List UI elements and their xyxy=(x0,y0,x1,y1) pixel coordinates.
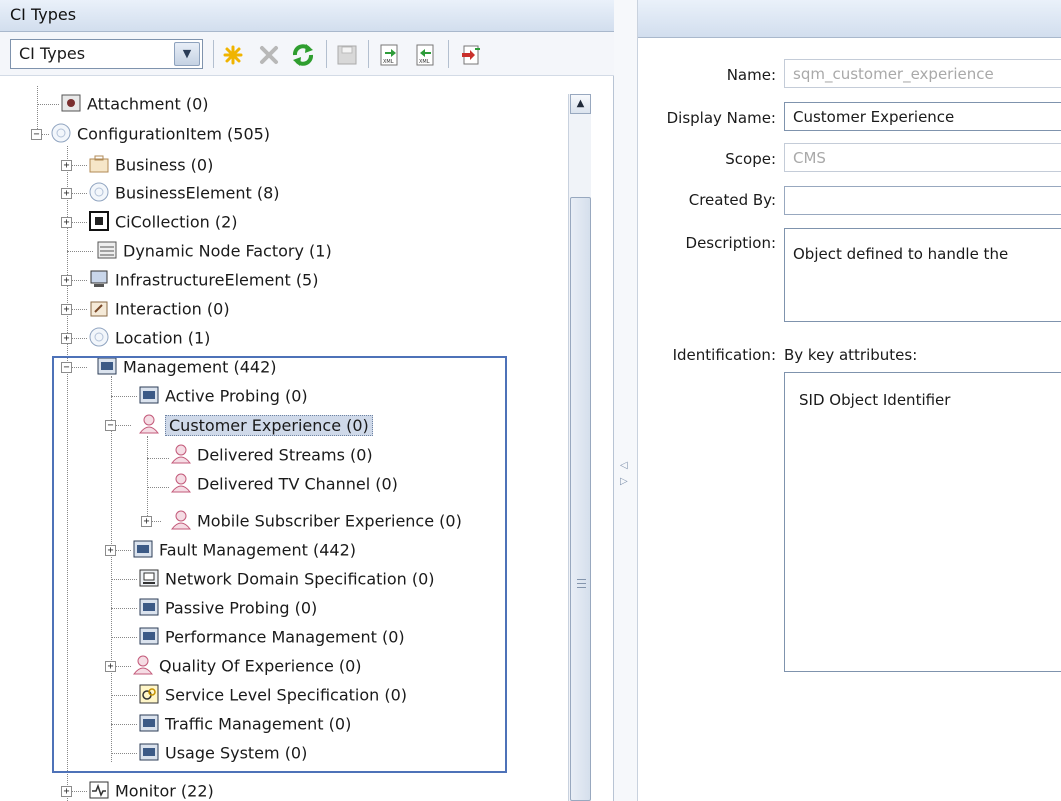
tree-node-ci-collection[interactable]: CiCollection (2) xyxy=(88,208,238,236)
name-label: Name: xyxy=(726,66,776,84)
collapse-left-icon[interactable]: ◁ xyxy=(620,460,628,471)
ci-types-panel: CI Types CI Types ▼ XML XML − + + + + + … xyxy=(0,0,614,801)
panel-splitter[interactable]: ◁ ▷ xyxy=(614,0,638,801)
ci-type-details-panel: Name: sqm_customer_experience Display Na… xyxy=(638,0,1061,801)
ci-types-combo[interactable]: CI Types ▼ xyxy=(10,39,203,69)
tree-node-infrastructure-element[interactable]: InfrastructureElement (5) xyxy=(88,266,318,294)
scope-label: Scope: xyxy=(725,150,776,168)
scroll-up-arrow-icon[interactable]: ▲ xyxy=(570,94,591,114)
toolbar-separator xyxy=(213,40,214,68)
display-name-field[interactable]: Customer Experience xyxy=(784,102,1061,131)
attachment-icon xyxy=(61,94,81,111)
scroll-thumb[interactable] xyxy=(570,197,591,801)
created-by-field[interactable] xyxy=(784,186,1061,215)
tree-node-location[interactable]: Location (1) xyxy=(88,324,210,352)
import-export-icon[interactable] xyxy=(456,40,486,68)
infrastructure-element-icon xyxy=(90,270,108,287)
business-element-icon xyxy=(89,182,109,201)
delete-icon[interactable] xyxy=(254,40,284,68)
dynamic-node-factory-icon xyxy=(97,241,117,258)
export-xml-icon[interactable]: XML xyxy=(374,40,404,68)
toolbar: CI Types ▼ XML XML xyxy=(0,32,614,76)
tree-node-attachment[interactable]: Attachment (0) xyxy=(60,90,209,118)
location-icon xyxy=(89,327,109,346)
key-attribute-item[interactable]: SID Object Identifier xyxy=(799,391,1061,409)
management-highlight-box xyxy=(52,356,507,773)
business-icon xyxy=(89,155,109,172)
name-field[interactable]: sqm_customer_experience xyxy=(784,59,1061,88)
panel-title: CI Types xyxy=(0,0,614,32)
created-by-label: Created By: xyxy=(688,191,776,209)
identification-label: Identification: xyxy=(672,346,776,364)
tree-node-configuration-item[interactable]: ConfigurationItem (505) xyxy=(50,120,270,148)
scope-field[interactable]: CMS xyxy=(784,143,1061,172)
identification-value: By key attributes: xyxy=(784,346,918,364)
svg-text:XML: XML xyxy=(419,59,430,65)
description-field[interactable]: Object defined to handle the xyxy=(784,228,1061,322)
tree-node-interaction[interactable]: Interaction (0) xyxy=(88,295,230,323)
save-icon[interactable] xyxy=(332,40,362,68)
key-attributes-list[interactable]: SID Object Identifier xyxy=(784,372,1061,672)
chevron-down-icon[interactable]: ▼ xyxy=(174,42,200,66)
collapse-right-icon[interactable]: ▷ xyxy=(620,476,628,487)
interaction-icon xyxy=(90,301,108,316)
tree-node-monitor[interactable]: Monitor (22) xyxy=(88,777,214,801)
tree-node-business-element[interactable]: BusinessElement (8) xyxy=(88,179,280,207)
svg-text:XML: XML xyxy=(383,59,394,65)
tree-node-dynamic-node-factory[interactable]: Dynamic Node Factory (1) xyxy=(96,237,332,265)
tree-node-business[interactable]: Business (0) xyxy=(88,151,213,179)
combo-value: CI Types xyxy=(19,44,86,63)
import-xml-icon[interactable]: XML xyxy=(410,40,440,68)
tree-scrollbar[interactable]: ▲ xyxy=(568,94,591,801)
details-header xyxy=(638,0,1061,38)
toolbar-separator xyxy=(448,40,449,68)
toolbar-separator xyxy=(326,40,327,68)
ci-types-tree: − + + + + + + − − + + + + Attachment (0)… xyxy=(0,76,614,801)
ci-collection-icon xyxy=(89,210,109,231)
grip-icon xyxy=(577,579,586,588)
display-name-label: Display Name: xyxy=(666,109,776,127)
refresh-icon[interactable] xyxy=(288,40,318,68)
configuration-item-icon xyxy=(51,123,71,142)
toolbar-separator xyxy=(368,40,369,68)
description-label: Description: xyxy=(685,234,776,252)
monitor-icon xyxy=(89,781,109,798)
new-icon[interactable] xyxy=(218,40,248,68)
